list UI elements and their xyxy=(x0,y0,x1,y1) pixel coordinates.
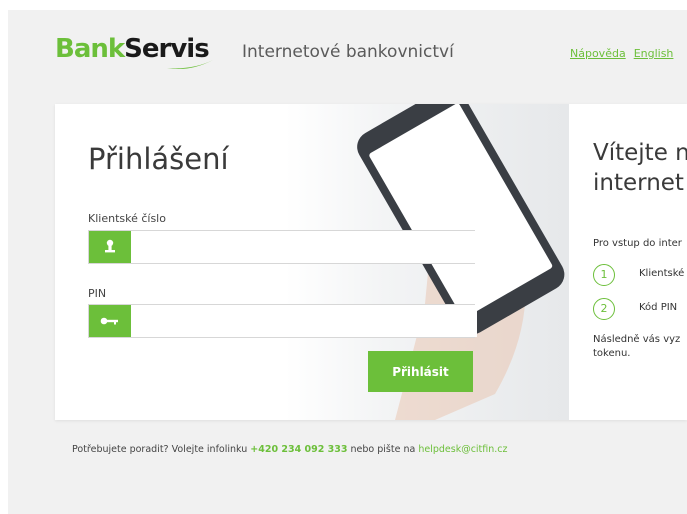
login-card: Přihlášení Klientské číslo PIN Přihlásit… xyxy=(55,104,687,420)
welcome-panel: Vítejte n internet Pro vstup do inter 1 … xyxy=(569,104,687,420)
login-panel: Přihlášení Klientské číslo PIN Přihlásit xyxy=(55,104,569,420)
english-link[interactable]: English xyxy=(634,47,674,60)
footer-phone[interactable]: +420 234 092 333 xyxy=(250,444,347,455)
client-number-input[interactable] xyxy=(131,231,477,263)
user-icon xyxy=(89,231,131,263)
welcome-outro-line1: Následně vás vyz xyxy=(593,334,681,345)
site-tagline: Internetové bankovnictví xyxy=(242,42,454,62)
footer-text-middle: nebo pište na xyxy=(347,444,419,455)
login-button[interactable]: Přihlásit xyxy=(368,351,473,392)
client-number-label: Klientské číslo xyxy=(88,212,166,225)
logo-text-bank: Bank xyxy=(55,34,125,64)
step-number: 1 xyxy=(593,264,615,286)
welcome-title-line1: Vítejte n xyxy=(593,140,687,166)
pin-input[interactable] xyxy=(131,305,477,337)
welcome-outro: Následně vás vyz tokenu. xyxy=(593,333,683,361)
step-text: Klientské xyxy=(639,268,685,279)
top-links: Nápověda English xyxy=(570,47,681,60)
step-text: Kód PIN xyxy=(639,302,678,313)
pin-group xyxy=(88,304,477,338)
key-icon xyxy=(89,305,131,337)
client-number-group xyxy=(88,230,477,264)
login-title: Přihlášení xyxy=(88,142,229,176)
logo-swoosh-icon xyxy=(167,60,213,69)
welcome-title: Vítejte n internet xyxy=(593,138,687,198)
welcome-intro: Pro vstup do inter xyxy=(593,238,682,249)
step-number: 2 xyxy=(593,298,615,320)
footer-text: Potřebujete poradit? Volejte infolinku xyxy=(72,444,251,455)
welcome-title-line2: internet xyxy=(593,170,684,196)
footer-contact: Potřebujete poradit? Volejte infolinku +… xyxy=(72,444,508,455)
pin-label: PIN xyxy=(88,287,107,300)
footer-email-link[interactable]: helpdesk@citfin.cz xyxy=(418,444,507,455)
welcome-outro-line2: tokenu. xyxy=(593,348,631,359)
help-link[interactable]: Nápověda xyxy=(570,47,626,60)
